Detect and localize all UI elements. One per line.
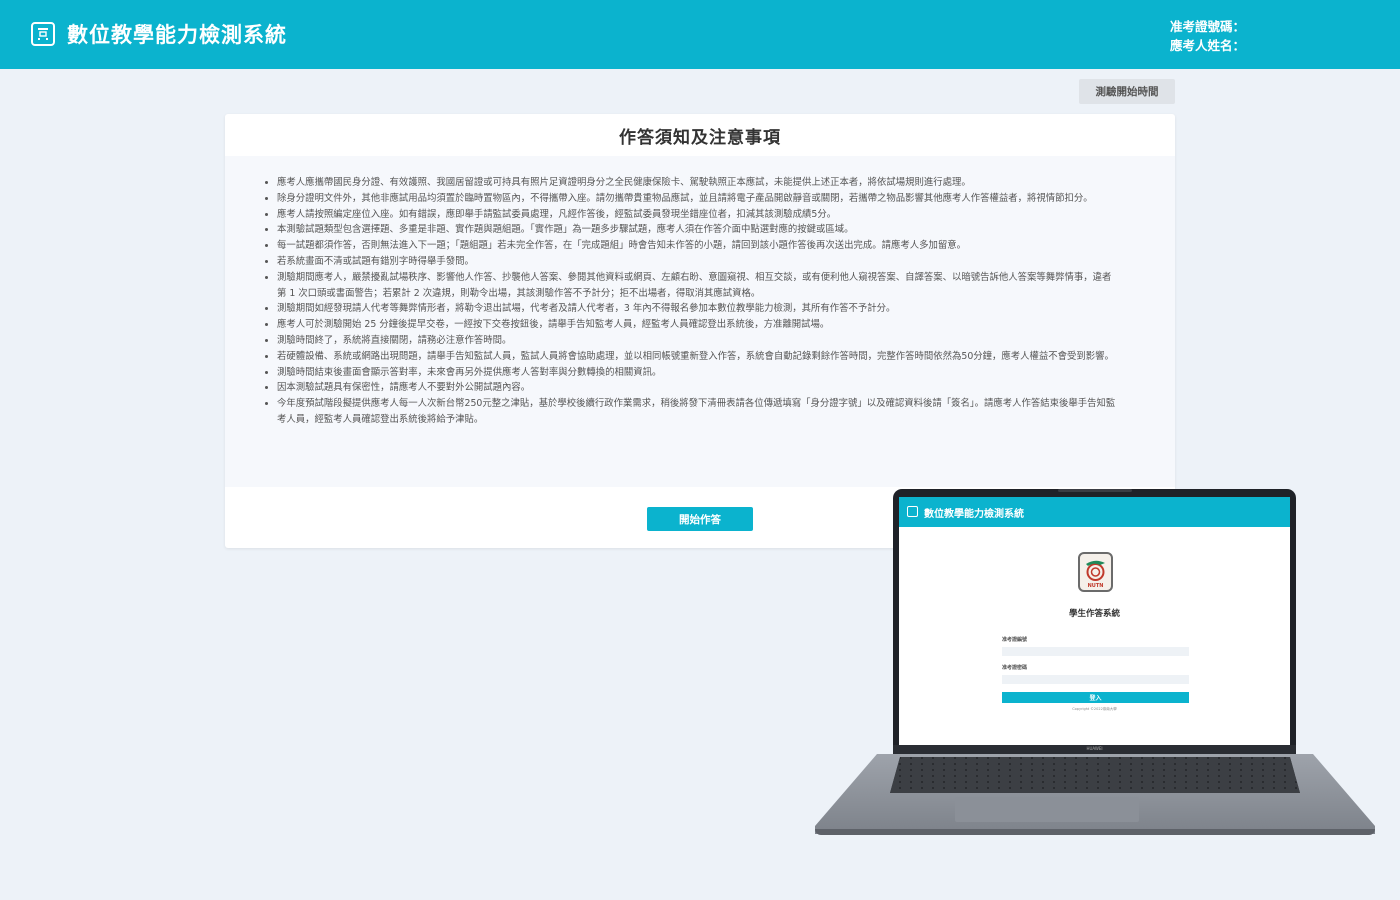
notice-item: 測驗時間終了，系統將直接關閉，請務必注意作答時間。 <box>277 333 1120 349</box>
screen-title: 數位教學能力檢測系統 <box>924 509 1024 520</box>
notice-item: 測驗時間結束後畫面會顯示答對率，未來會再另外提供應考人答對率與分數轉換的相關資訊… <box>277 365 1120 381</box>
notice-item: 應考人可於測驗開始 25 分鐘後提早交卷，一經按下交卷按鈕後，請舉手告知監考人員… <box>277 317 1120 333</box>
notice-item: 本測驗試題類型包含選擇題、多重是非題、實作題與題組題。「實作題」為一題多步驟試題… <box>277 222 1120 238</box>
top-header: 數位教學能力檢測系統 准考證號碼： 應考人姓名： <box>0 0 1400 69</box>
exam-info: 准考證號碼： 應考人姓名： <box>1170 17 1245 55</box>
laptop-keyboard <box>890 757 1300 793</box>
screen-field1-label: 准考證編號 <box>1002 637 1028 643</box>
laptop-illustration: 數位教學能力檢測系統 NUTN 學生作答系統 准考證編號 准考證密碼 登入 Co… <box>815 487 1375 842</box>
instructions-body[interactable]: 應考人應攜帶國民身分證、有效護照、我國居留證或可持具有照片足資證明身分之全民健康… <box>225 156 1175 487</box>
laptop-screen: 數位教學能力檢測系統 NUTN 學生作答系統 准考證編號 准考證密碼 登入 Co… <box>899 497 1290 747</box>
notice-item: 若系統畫面不清或試題有錯別字時得舉手發問。 <box>277 254 1120 270</box>
screen-field1-input <box>1002 647 1189 656</box>
screen-header: 數位教學能力檢測系統 <box>899 497 1290 527</box>
laptop-lid: 數位教學能力檢測系統 NUTN 學生作答系統 准考證編號 准考證密碼 登入 Co… <box>893 489 1296 754</box>
document-logo-icon <box>31 22 55 46</box>
instructions-card: 作答須知及注意事項 應考人應攜帶國民身分證、有效護照、我國居留證或可持具有照片足… <box>225 114 1175 548</box>
screen-login-button: 登入 <box>1002 692 1189 703</box>
card-title: 作答須知及注意事項 <box>619 127 781 148</box>
screen-copyright: Copyright ©2022臺南大學 <box>1072 707 1117 711</box>
notice-item: 測驗期間應考人，嚴禁擾亂試場秩序、影響他人作答、抄襲他人答案、參閱其他資料或網頁… <box>277 270 1120 302</box>
screen-field2-input <box>1002 675 1189 684</box>
notice-item: 測驗期間如經發現請人代考等舞弊情形者，將勒令退出試場，代考者及請人代考者，3 年… <box>277 301 1120 317</box>
emblem-text: NUTN <box>1087 583 1104 589</box>
notice-item: 除身分證明文件外，其他非應試用品均須置於臨時置物區內，不得攜帶入座。請勿攜帶貴重… <box>277 191 1120 207</box>
notice-item: 每一試題都須作答，否則無法進入下一題；「題組題」若未完全作答，在「完成題組」時會… <box>277 238 1120 254</box>
examinee-name-label: 應考人姓名： <box>1170 38 1246 53</box>
notice-item: 若硬體設備、系統或網路出現問題，請舉手告知監試人員，監試人員將會協助處理，並以相… <box>277 349 1120 365</box>
notice-item: 今年度預試階段擬提供應考人每一人次新台幣250元整之津貼，基於學校後續行政作業需… <box>277 396 1120 428</box>
exam-start-time-button[interactable]: 測驗開始時間 <box>1079 79 1175 104</box>
nutn-emblem-icon: NUTN <box>1078 552 1113 592</box>
screen-field2-label: 准考證密碼 <box>1002 665 1028 671</box>
app-title: 數位教學能力檢測系統 <box>67 23 287 47</box>
notice-item: 應考人請按照編定座位入座。如有錯誤，應即舉手請監試委員處理，凡經作答後，經監試委… <box>277 207 1120 223</box>
start-answering-button[interactable]: 開始作答 <box>647 507 753 531</box>
laptop-bezel-bottom: HUAWEI <box>893 745 1296 754</box>
notice-list: 應考人應攜帶國民身分證、有效護照、我國居留證或可持具有照片足資證明身分之全民健康… <box>225 156 1175 428</box>
screen-logo-icon <box>907 506 918 517</box>
laptop-base-edge <box>815 829 1375 835</box>
laptop-camera <box>1058 489 1132 492</box>
laptop-touchpad <box>955 797 1139 822</box>
notice-item: 因本測驗試題具有保密性，請應考人不要對外公開試題內容。 <box>277 380 1120 396</box>
notice-item: 應考人應攜帶國民身分證、有效護照、我國居留證或可持具有照片足資證明身分之全民健康… <box>277 175 1120 191</box>
screen-system-name: 學生作答系統 <box>1068 609 1120 619</box>
laptop-brand: HUAWEI <box>1086 746 1103 751</box>
ticket-number-label: 准考證號碼： <box>1170 19 1246 34</box>
